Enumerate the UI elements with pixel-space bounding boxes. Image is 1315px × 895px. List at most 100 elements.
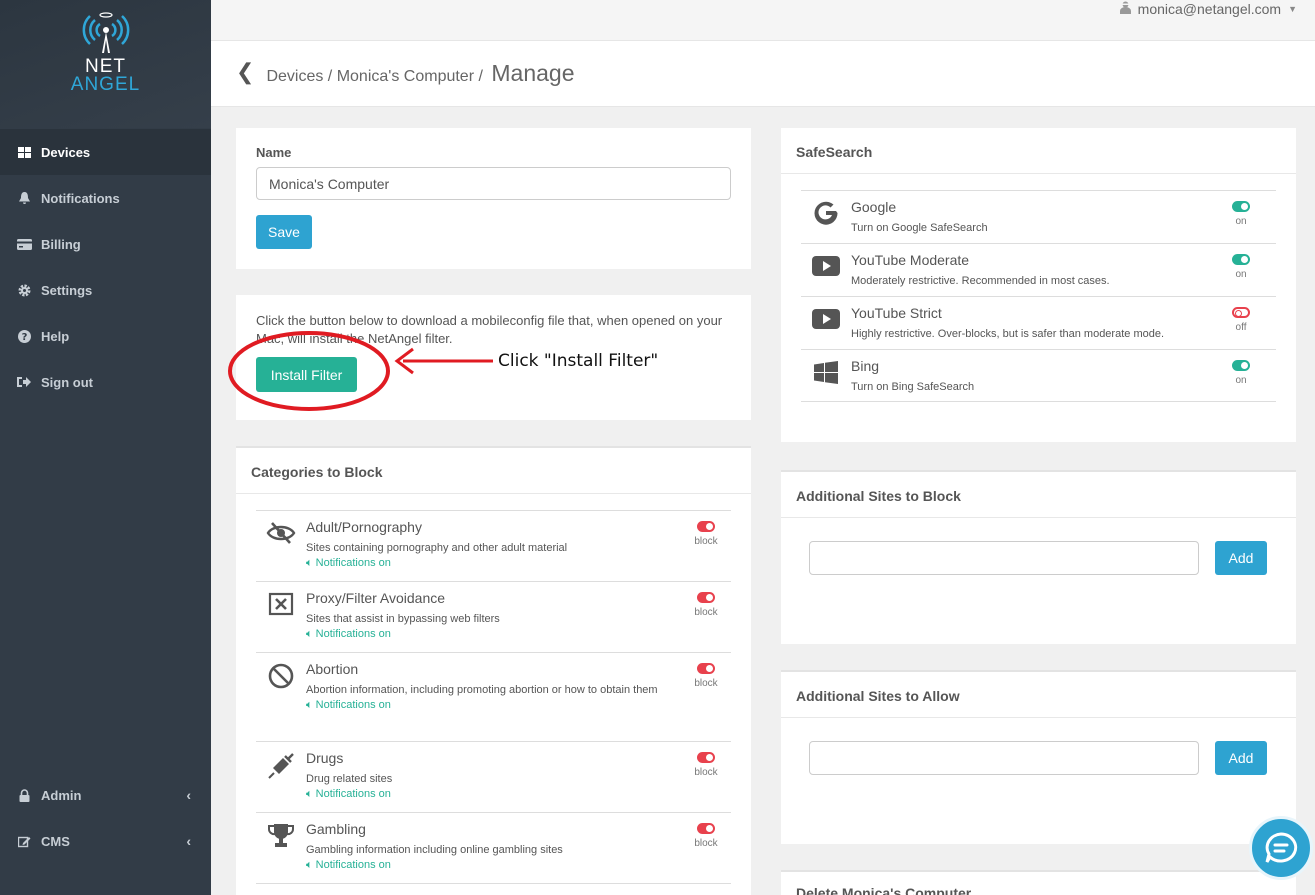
safesearch-row: YouTube Strict Highly restrictive. Over-… bbox=[801, 296, 1276, 349]
back-chevron-icon[interactable]: ❮ bbox=[236, 59, 254, 85]
sidebar-item-label: Billing bbox=[41, 236, 81, 252]
toggle-switch[interactable] bbox=[697, 663, 715, 674]
logo[interactable]: NET ANGEL bbox=[0, 0, 211, 128]
page-header: ❮ Devices / Monica's Computer / Manage bbox=[211, 40, 1315, 107]
sidebar-item-label: Admin bbox=[41, 787, 82, 803]
sidebar-item-notifications[interactable]: Notifications bbox=[0, 175, 211, 221]
block-sites-panel: Additional Sites to Block Add bbox=[781, 470, 1296, 644]
breadcrumb-separator: / bbox=[327, 68, 333, 85]
device-name-input[interactable] bbox=[256, 167, 731, 200]
category-row: Abortion Abortion information, including… bbox=[256, 652, 731, 741]
credit-card-icon bbox=[16, 238, 32, 250]
delete-panel: Delete Monica's Computer bbox=[781, 870, 1296, 895]
block-site-input[interactable] bbox=[809, 541, 1199, 575]
toggle-label: on bbox=[1235, 375, 1247, 386]
question-icon: ? bbox=[16, 329, 32, 343]
block-toggle[interactable]: block bbox=[693, 823, 719, 849]
toggle-switch[interactable] bbox=[697, 823, 715, 834]
notifications-status[interactable]: 🔈︎ Notifications on bbox=[306, 628, 731, 641]
toggle-switch[interactable] bbox=[1232, 360, 1250, 371]
safesearch-toggle[interactable]: on bbox=[1228, 201, 1254, 227]
ban-icon bbox=[256, 653, 306, 689]
chat-widget-button[interactable] bbox=[1249, 816, 1313, 880]
block-toggle[interactable]: block bbox=[693, 592, 719, 618]
category-row bbox=[256, 883, 731, 895]
sidebar-item-label: Help bbox=[41, 328, 70, 344]
toggle-label: off bbox=[1235, 322, 1247, 333]
sidebar-item-label: CMS bbox=[41, 833, 70, 849]
safesearch-toggle[interactable]: on bbox=[1228, 254, 1254, 280]
sidebar-item-label: Settings bbox=[41, 282, 93, 298]
sidebar-item-cms[interactable]: CMS ‹ bbox=[0, 818, 211, 864]
breadcrumb-devices[interactable]: Devices bbox=[266, 68, 323, 85]
toggle-label: block bbox=[694, 536, 718, 547]
toggle-switch[interactable] bbox=[697, 592, 715, 603]
safesearch-panel: SafeSearch Google Turn on Google SafeSea… bbox=[781, 128, 1296, 442]
youtube-icon bbox=[801, 244, 851, 276]
windows-icon bbox=[801, 350, 851, 385]
delete-title: Delete Monica's Computer bbox=[781, 872, 1296, 895]
block-toggle[interactable]: block bbox=[693, 521, 719, 547]
toggle-switch[interactable] bbox=[697, 752, 715, 763]
safesearch-row: YouTube Moderate Moderately restrictive.… bbox=[801, 243, 1276, 296]
user-menu[interactable]: monica@netangel.com ▼ bbox=[1119, 1, 1297, 17]
chevron-left-icon: ‹ bbox=[186, 787, 191, 803]
block-sites-title: Additional Sites to Block bbox=[781, 472, 1296, 518]
sidebar-item-label: Devices bbox=[41, 144, 91, 160]
name-panel: Name Save bbox=[236, 128, 751, 269]
sidebar-item-devices[interactable]: Devices bbox=[0, 129, 211, 175]
sidebar: NET ANGEL Devices Notifications Billing … bbox=[0, 0, 211, 895]
chevron-left-icon: ‹ bbox=[186, 833, 191, 849]
sidebar-item-settings[interactable]: Settings bbox=[0, 267, 211, 313]
toggle-switch[interactable] bbox=[697, 521, 715, 532]
block-toggle[interactable]: block bbox=[693, 663, 719, 689]
notifications-status[interactable]: 🔈︎ Notifications on bbox=[306, 859, 731, 872]
safesearch-name: YouTube Strict bbox=[851, 305, 942, 321]
bell-icon bbox=[16, 191, 32, 205]
grid-icon bbox=[16, 146, 32, 158]
name-label: Name bbox=[256, 145, 292, 160]
svg-text:?: ? bbox=[21, 332, 27, 343]
safesearch-toggle[interactable]: off bbox=[1228, 307, 1254, 333]
youtube-icon bbox=[801, 297, 851, 329]
toggle-switch[interactable] bbox=[1232, 307, 1250, 318]
safesearch-name: Bing bbox=[851, 358, 880, 374]
toggle-label: block bbox=[694, 607, 718, 618]
toggle-switch[interactable] bbox=[1232, 201, 1250, 212]
safesearch-description: Highly restrictive. Over-blocks, but is … bbox=[851, 328, 1165, 340]
page-title: Manage bbox=[491, 60, 575, 86]
sidebar-item-label: Notifications bbox=[41, 190, 120, 206]
category-description: Drug related sites bbox=[306, 773, 393, 785]
breadcrumb-device[interactable]: Monica's Computer bbox=[337, 68, 474, 85]
category-name: Proxy/Filter Avoidance bbox=[306, 590, 446, 606]
top-bar: monica@netangel.com ▼ bbox=[211, 0, 1315, 40]
category-name: Drugs bbox=[306, 750, 344, 766]
caret-down-icon: ▼ bbox=[1288, 4, 1297, 14]
notifications-status[interactable]: 🔈︎ Notifications on bbox=[306, 788, 731, 801]
category-row: Adult/Pornography Sites containing porno… bbox=[256, 510, 731, 581]
safesearch-toggle[interactable]: on bbox=[1228, 360, 1254, 386]
sidebar-item-help[interactable]: ? Help bbox=[0, 313, 211, 359]
toggle-switch[interactable] bbox=[1232, 254, 1250, 265]
sidebar-item-billing[interactable]: Billing bbox=[0, 221, 211, 267]
toggle-label: on bbox=[1235, 269, 1247, 280]
sidebar-item-sign-out[interactable]: Sign out bbox=[0, 359, 211, 405]
safesearch-name: Google bbox=[851, 199, 897, 215]
allow-sites-title: Additional Sites to Allow bbox=[781, 672, 1296, 718]
category-row: Drugs Drug related sites 🔈︎ Notification… bbox=[256, 741, 731, 812]
toggle-label: on bbox=[1235, 216, 1247, 227]
breadcrumb-separator: / bbox=[478, 68, 483, 85]
save-button[interactable]: Save bbox=[256, 215, 312, 249]
breadcrumb: Devices / Monica's Computer / Manage bbox=[266, 60, 574, 87]
category-description: Gambling information including online ga… bbox=[306, 844, 563, 856]
category-description: Sites containing pornography and other a… bbox=[306, 542, 568, 554]
sidebar-item-admin[interactable]: Admin ‹ bbox=[0, 772, 211, 818]
notifications-status[interactable]: 🔈︎ Notifications on bbox=[306, 699, 661, 712]
lock-icon bbox=[16, 788, 32, 802]
block-toggle[interactable]: block bbox=[693, 752, 719, 778]
allow-site-input[interactable] bbox=[809, 741, 1199, 775]
toggle-label: block bbox=[694, 838, 718, 849]
allow-site-add-button[interactable]: Add bbox=[1215, 741, 1267, 775]
block-site-add-button[interactable]: Add bbox=[1215, 541, 1267, 575]
notifications-status[interactable]: 🔈︎ Notifications on bbox=[306, 557, 731, 570]
